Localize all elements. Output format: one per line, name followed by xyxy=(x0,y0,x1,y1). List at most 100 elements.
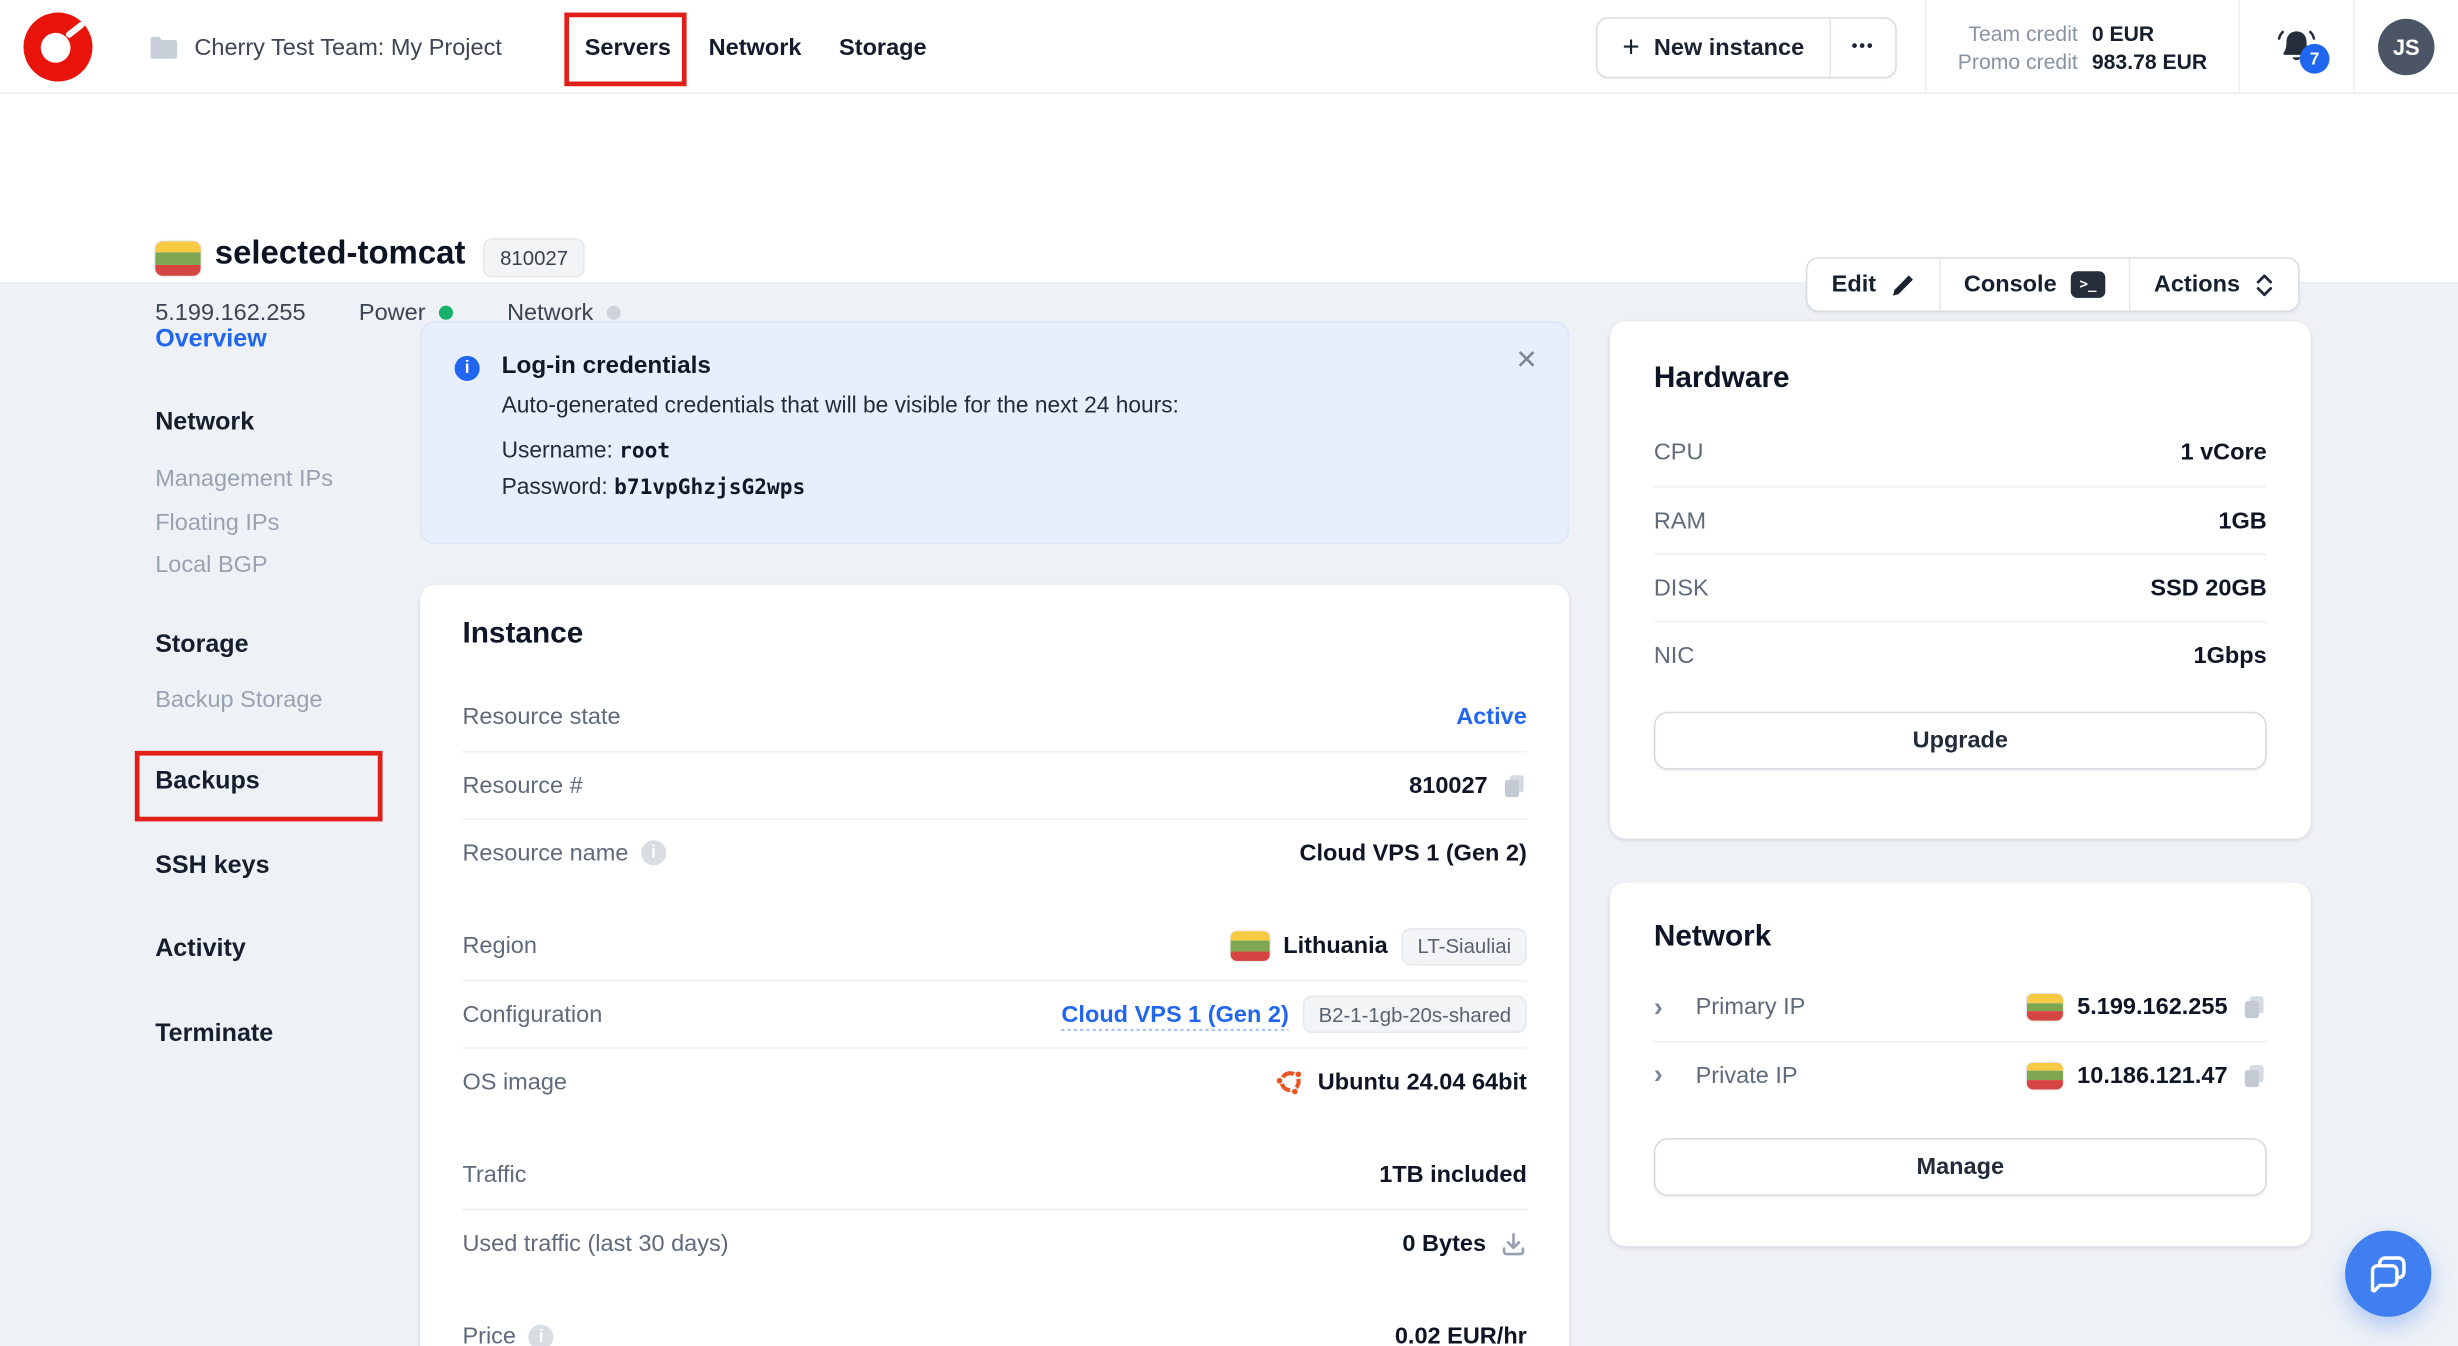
sidebar-item-storage[interactable]: Storage xyxy=(155,632,406,666)
configuration-row: Configuration Cloud VPS 1 (Gen 2) B2-1-1… xyxy=(462,980,1526,1047)
cherry-servers-logo-icon[interactable] xyxy=(24,13,93,82)
hardware-card-title: Hardware xyxy=(1610,321,2311,396)
copy-icon[interactable] xyxy=(2242,994,2267,1021)
lithuania-flag-icon xyxy=(1230,931,1269,961)
private-ip-value: 10.186.121.47 xyxy=(2077,1062,2227,1089)
password-value: b71vpGhzjsG2wps xyxy=(614,475,805,500)
resource-name-label: Resource name xyxy=(462,839,628,866)
console-label: Console xyxy=(1964,271,2057,298)
edit-label: Edit xyxy=(1832,271,1876,298)
server-id-badge: 810027 xyxy=(483,238,586,277)
ram-row: RAM 1GB xyxy=(1654,486,2267,553)
divider xyxy=(1925,0,1927,94)
sidebar-item-activity[interactable]: Activity xyxy=(155,936,406,970)
sidebar-item-terminate[interactable]: Terminate xyxy=(155,1021,406,1055)
private-ip-row[interactable]: › Private IP 10.186.121.47 xyxy=(1654,1041,2267,1108)
actions-button[interactable]: Actions xyxy=(2130,259,2298,311)
terminal-icon: >_ xyxy=(2071,271,2105,298)
price-value: 0.02 EUR/hr xyxy=(1395,1323,1527,1346)
username-line: Username: root xyxy=(502,439,1179,464)
team-credit-label: Team credit xyxy=(1958,21,2078,45)
instance-group-config: Region Lithuania LT-Siauliai Configurati… xyxy=(462,912,1526,1114)
sidebar-item-floating-ips[interactable]: Floating IPs xyxy=(155,509,406,540)
disk-value: SSD 20GB xyxy=(2150,575,2266,602)
info-icon: i xyxy=(455,356,480,381)
traffic-row: Traffic 1TB included xyxy=(462,1141,1526,1208)
sidebar: Overview Network Management IPs Floating… xyxy=(155,326,406,1055)
disk-label: DISK xyxy=(1654,575,1709,602)
banner-body: Auto-generated credentials that will be … xyxy=(502,393,1179,418)
edit-button[interactable]: Edit xyxy=(1808,259,1940,311)
plus-icon: + xyxy=(1622,32,1639,62)
ram-label: RAM xyxy=(1654,507,1706,534)
copy-icon[interactable] xyxy=(1502,772,1527,799)
sidebar-item-backups[interactable]: Backups xyxy=(155,768,406,802)
sidebar-item-network[interactable]: Network xyxy=(155,409,406,443)
resource-number-value: 810027 xyxy=(1409,772,1487,799)
server-actions-group: Edit Console >_ Actions xyxy=(1807,257,2300,312)
info-icon[interactable]: i xyxy=(529,1324,554,1346)
nav-tab-network[interactable]: Network xyxy=(709,34,802,61)
nic-value: 1Gbps xyxy=(2194,642,2267,669)
folder-icon xyxy=(149,35,179,59)
breadcrumb[interactable]: Cherry Test Team: My Project xyxy=(149,0,502,94)
lithuania-flag-icon xyxy=(2027,1062,2063,1089)
ram-value: 1GB xyxy=(2218,507,2266,534)
promo-credit-label: Promo credit xyxy=(1958,49,2078,73)
copy-icon[interactable] xyxy=(2242,1062,2267,1089)
close-icon[interactable]: ✕ xyxy=(1515,345,1537,376)
instance-card: Instance Resource state Active Resource … xyxy=(420,585,1569,1346)
network-status-dot xyxy=(607,306,621,320)
upgrade-button[interactable]: Upgrade xyxy=(1654,712,2267,770)
sidebar-item-management-ips[interactable]: Management IPs xyxy=(155,466,406,497)
power-status-label: Power xyxy=(359,299,426,326)
configuration-link[interactable]: Cloud VPS 1 (Gen 2) xyxy=(1061,1001,1288,1028)
nav-tab-storage[interactable]: Storage xyxy=(839,34,927,61)
resource-name-value: Cloud VPS 1 (Gen 2) xyxy=(1299,839,1526,866)
instance-group-traffic: Traffic 1TB included Used traffic (last … xyxy=(462,1141,1526,1276)
password-line: Password: b71vpGhzjsG2wps xyxy=(502,475,1179,500)
os-image-row: OS image Ubuntu 24.04 64bit xyxy=(462,1047,1526,1114)
cpu-value: 1 vCore xyxy=(2180,439,2266,466)
network-status-label: Network xyxy=(507,299,593,326)
console-button[interactable]: Console >_ xyxy=(1940,259,2130,311)
sidebar-item-overview[interactable]: Overview xyxy=(155,326,406,360)
password-label: Password: xyxy=(502,475,608,500)
app-viewport: Cherry Test Team: My Project Servers Net… xyxy=(0,0,2458,1346)
nav-tab-servers[interactable]: Servers xyxy=(585,34,671,61)
region-label: Region xyxy=(462,933,537,960)
nic-row: NIC 1Gbps xyxy=(1654,621,2267,688)
server-header: selected-tomcat 810027 5.199.162.255 Pow… xyxy=(0,94,2458,284)
chevron-right-icon: › xyxy=(1654,1060,1663,1091)
username-label: Username: xyxy=(502,439,613,464)
actions-label: Actions xyxy=(2154,271,2240,298)
hardware-card: Hardware CPU 1 vCore RAM 1GB DISK SSD 20… xyxy=(1610,321,2311,838)
configuration-label: Configuration xyxy=(462,1001,602,1028)
price-row: Price i 0.02 EUR/hr xyxy=(462,1303,1526,1346)
credits-panel: Team credit 0 EUR Promo credit 983.78 EU… xyxy=(1958,21,2207,73)
sidebar-item-backup-storage[interactable]: Backup Storage xyxy=(155,687,406,718)
download-icon[interactable] xyxy=(1500,1230,1527,1257)
user-avatar[interactable]: JS xyxy=(2378,19,2434,75)
region-country: Lithuania xyxy=(1283,933,1388,960)
logo-hole xyxy=(41,33,71,63)
sidebar-item-local-bgp[interactable]: Local BGP xyxy=(155,552,406,583)
sidebar-item-ssh-keys[interactable]: SSH keys xyxy=(155,853,406,887)
info-icon[interactable]: i xyxy=(641,840,666,865)
notification-badge: 7 xyxy=(2300,44,2330,74)
notifications-button[interactable]: 7 xyxy=(2240,0,2353,94)
primary-ip-row[interactable]: › Primary IP 5.199.162.255 xyxy=(1654,973,2267,1040)
pencil-icon xyxy=(1890,272,1915,297)
cpu-label: CPU xyxy=(1654,439,1704,466)
used-traffic-value: 0 Bytes xyxy=(1402,1230,1486,1257)
chat-button[interactable] xyxy=(2345,1231,2431,1317)
cpu-row: CPU 1 vCore xyxy=(1654,419,2267,486)
nic-label: NIC xyxy=(1654,642,1695,669)
new-instance-more-button[interactable]: ••• xyxy=(1829,18,1895,76)
new-instance-label: New instance xyxy=(1654,34,1804,61)
manage-button[interactable]: Manage xyxy=(1654,1138,2267,1196)
os-image-label: OS image xyxy=(462,1068,567,1095)
divider xyxy=(2353,0,2355,94)
new-instance-button[interactable]: + New instance xyxy=(1597,18,1829,76)
lithuania-flag-icon xyxy=(155,241,200,275)
